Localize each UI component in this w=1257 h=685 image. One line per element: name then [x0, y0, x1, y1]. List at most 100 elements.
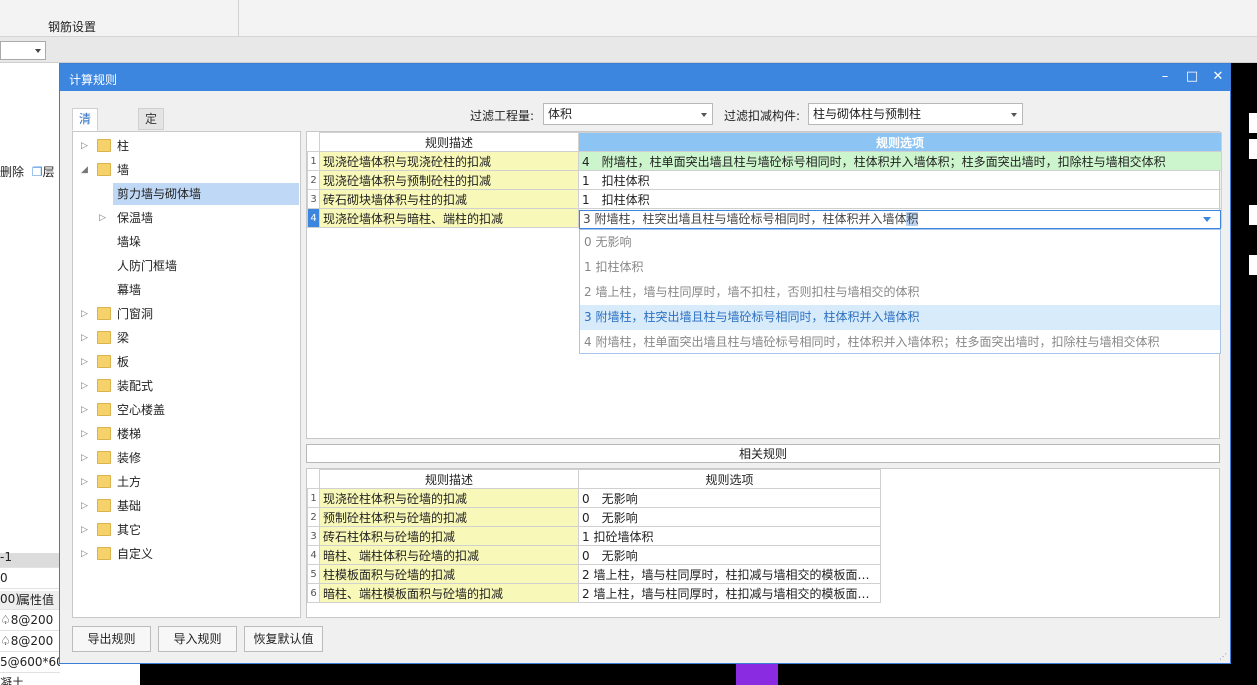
expand-icon[interactable]: ▷	[81, 303, 91, 325]
chevron-down-icon	[701, 113, 707, 117]
rule-option-cell[interactable]: 1 扣柱体积	[578, 170, 1222, 190]
corner-cell	[307, 132, 320, 152]
rule-option-cell[interactable]: 2 墙上柱，墙与柱同厚时，柱扣减与墙相交的模板面…	[578, 583, 881, 603]
expand-icon[interactable]: ▷	[81, 423, 91, 445]
delete-button[interactable]: 删除	[0, 165, 24, 179]
side-tool[interactable]	[1249, 255, 1257, 275]
cad-element	[736, 663, 778, 685]
table-row[interactable]: 4 暗柱、端柱体积与砼墙的扣减 0 无影响	[307, 545, 881, 565]
expand-icon[interactable]: ▷	[99, 207, 109, 229]
dropdown-option[interactable]: 1 扣柱体积	[580, 255, 1220, 280]
topbar-separator	[238, 0, 239, 37]
close-icon[interactable]: ✕	[1209, 68, 1227, 86]
rule-option-cell[interactable]: 4 附墙柱，柱单面突出墙且柱与墙砼标号相同时，柱体积并入墙体积；柱多面突出墙时，…	[578, 151, 1222, 171]
export-rules-button[interactable]: 导出规则	[72, 626, 151, 652]
filter-member-select[interactable]: 柱与砌体柱与预制柱	[808, 103, 1023, 125]
rule-option-cell[interactable]: 0 无影响	[578, 545, 881, 565]
expand-icon[interactable]: ▷	[81, 495, 91, 517]
dialog-titlebar: 计算规则 – □ ✕	[60, 64, 1230, 91]
rule-option-cell[interactable]: 1 扣砼墙体积	[578, 526, 881, 546]
prop-value-cell: 凝土	[0, 673, 60, 685]
side-tool[interactable]	[1249, 113, 1257, 133]
expand-icon[interactable]: ▷	[81, 375, 91, 397]
import-rules-button[interactable]: 导入规则	[158, 626, 237, 652]
folder-icon	[97, 307, 111, 320]
expand-icon[interactable]: ▷	[81, 519, 91, 541]
side-tool[interactable]	[1249, 205, 1257, 225]
chevron-down-icon	[35, 49, 41, 53]
table-row[interactable]: 1 现浇砼柱体积与砼墙的扣减 0 无影响	[307, 488, 881, 508]
folder-icon	[97, 331, 111, 344]
editor-selection: 积	[906, 212, 919, 226]
background-combo[interactable]	[0, 41, 46, 60]
folder-icon	[97, 403, 111, 416]
filter-project-select[interactable]: 体积	[543, 103, 713, 125]
row-number: 2	[307, 170, 320, 190]
col-header-desc: 规则描述	[319, 469, 579, 489]
dropdown-option-selected[interactable]: 3 附墙柱，柱突出墙且柱与墙砼标号相同时，柱体积并入墙体积	[580, 305, 1220, 330]
layer-button[interactable]: 层	[43, 165, 55, 179]
row-number: 1	[307, 151, 320, 171]
maximize-icon[interactable]: □	[1183, 68, 1201, 86]
restore-defaults-button[interactable]: 恢复默认值	[244, 626, 323, 652]
rule-option-editor[interactable]: 3 附墙柱，柱突出墙且柱与墙砼标号相同时，柱体积并入墙体积	[579, 210, 1221, 229]
background-left-panel: 删除 ❐层 属性值 -1 0 00) ♤8@200 ♤8@200 5@600*6…	[0, 63, 60, 685]
prop-value-cell: 5@600*600	[0, 652, 60, 673]
prop-value-cell: ♤8@200	[0, 631, 60, 652]
prop-value-cell: ♤8@200	[0, 610, 60, 631]
rules-grid: 规则描述 规则选项 1 现浇砼墙体积与现浇砼柱的扣减 4 附墙柱，柱单面突出墙且…	[306, 131, 1222, 439]
rule-option-cell[interactable]: 1 扣柱体积	[578, 189, 1222, 209]
rule-desc-cell: 砖石柱体积与砼墙的扣减	[319, 526, 579, 546]
dropdown-option[interactable]: 0 无影响	[580, 230, 1220, 255]
filter-member-label: 过滤扣减构件:	[724, 109, 801, 123]
table-row[interactable]: 3 砖石柱体积与砼墙的扣减 1 扣砼墙体积	[307, 526, 881, 546]
menu-rebar-settings[interactable]: 钢筋设置	[48, 18, 96, 35]
background-checkbox-column	[60, 658, 167, 685]
expand-icon[interactable]: ▷	[81, 135, 91, 157]
copy-icon[interactable]: ❐	[32, 165, 43, 179]
table-row[interactable]: 2 现浇砼墙体积与预制砼柱的扣减 1 扣柱体积	[307, 170, 1222, 190]
folder-icon	[97, 451, 111, 464]
expand-icon[interactable]: ▷	[81, 351, 91, 373]
cad-canvas[interactable]	[140, 663, 1257, 685]
rule-desc-cell: 暗柱、端柱体积与砼墙的扣减	[319, 545, 579, 565]
folder-icon	[97, 355, 111, 368]
table-row[interactable]: 6 暗柱、端柱模板面积与砼墙的扣减 2 墙上柱，墙与柱同厚时，柱扣减与墙相交的模…	[307, 583, 881, 603]
expand-icon[interactable]: ▷	[81, 327, 91, 349]
minimize-icon[interactable]: –	[1156, 68, 1174, 86]
table-row[interactable]: 5 柱模板面积与砼墙的扣减 2 墙上柱，墙与柱同厚时，柱扣减与墙相交的模板面…	[307, 564, 881, 584]
folder-icon	[97, 547, 111, 560]
collapse-icon[interactable]: ◢	[81, 159, 91, 181]
table-row[interactable]: 3 砖石砌块墙体积与柱的扣减 1 扣柱体积	[307, 189, 1222, 209]
chevron-down-icon[interactable]	[1203, 217, 1211, 222]
filter-project-value: 体积	[548, 107, 573, 121]
col-header-desc: 规则描述	[319, 132, 579, 152]
expand-icon[interactable]: ▷	[81, 447, 91, 469]
dropdown-option[interactable]: 2 墙上柱，墙与柱同厚时，墙不扣柱，否则扣柱与墙相交的体积	[580, 280, 1220, 305]
table-row[interactable]: 2 预制砼柱体积与砼墙的扣减 0 无影响	[307, 507, 881, 527]
prop-value-cell: 00)	[0, 589, 60, 610]
rule-desc-cell: 现浇砼柱体积与砼墙的扣减	[319, 488, 579, 508]
tab-bill-rules[interactable]: 清单规则	[72, 108, 99, 189]
resize-grip-icon[interactable]: ⋰	[1219, 652, 1227, 661]
row-number: 3	[307, 189, 320, 209]
app-topbar: 钢筋设置	[0, 0, 1257, 37]
folder-icon	[97, 427, 111, 440]
col-header-option[interactable]: 规则选项	[578, 132, 1222, 152]
expand-icon[interactable]: ▷	[81, 543, 91, 565]
rule-option-cell[interactable]: 0 无影响	[578, 488, 881, 508]
row-number: 6	[307, 583, 320, 603]
prop-value-cell: 0	[0, 568, 60, 589]
table-row[interactable]: 1 现浇砼墙体积与现浇砼柱的扣减 4 附墙柱，柱单面突出墙且柱与墙砼标号相同时，…	[307, 151, 1222, 171]
editor-value: 3 附墙柱，柱突出墙且柱与墙砼标号相同时，柱体积并入墙体	[583, 212, 907, 226]
side-tool[interactable]	[1249, 139, 1257, 159]
rule-option-cell[interactable]: 2 墙上柱，墙与柱同厚时，柱扣减与墙相交的模板面…	[578, 564, 881, 584]
expand-icon[interactable]: ▷	[81, 471, 91, 493]
dropdown-option[interactable]: 4 附墙柱，柱单面突出墙且柱与墙砼标号相同时，柱体积并入墙体积；柱多面突出墙时，…	[580, 330, 1220, 355]
folder-icon	[97, 499, 111, 512]
rule-desc-cell: 砖石砌块墙体积与柱的扣减	[319, 189, 579, 209]
rule-option-cell[interactable]: 0 无影响	[578, 507, 881, 527]
expand-icon[interactable]: ▷	[81, 399, 91, 421]
rule-desc-cell: 现浇砼墙体积与暗柱、端柱的扣减	[319, 208, 579, 228]
tab-quota-rules[interactable]: 定额规则	[138, 108, 165, 189]
